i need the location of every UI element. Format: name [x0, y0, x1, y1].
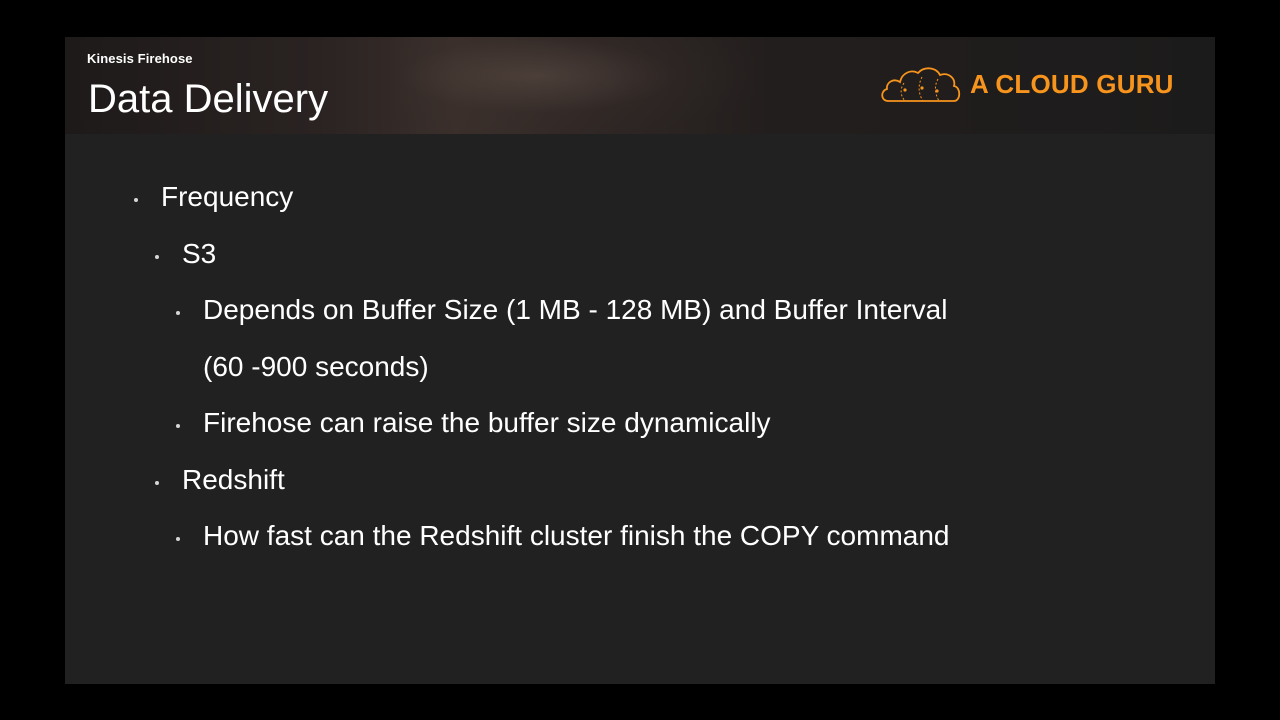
bullet-item: Firehose can raise the buffer size dynam…	[203, 407, 771, 438]
bullet-item: S3	[182, 238, 217, 269]
bullet-dot	[176, 424, 180, 428]
bullet-item: Frequency	[161, 181, 294, 212]
bullet-item: How fast can the Redshift cluster finish…	[203, 520, 950, 551]
bullet-dot	[155, 255, 159, 259]
bullet-item: Depends on Buffer Size (1 MB - 128 MB) a…	[203, 294, 948, 325]
bullet-dot	[176, 537, 180, 541]
bullet-item: Redshift	[182, 464, 285, 495]
bullet-dot	[134, 198, 138, 202]
bullet-item-continuation: (60 -900 seconds)	[203, 351, 429, 382]
slide: Kinesis Firehose Data Delivery A CLOUD G…	[65, 37, 1215, 684]
bullet-dot	[155, 481, 159, 485]
bullet-list: Frequency S3 Depends on Buffer Size (1 M…	[65, 37, 1215, 684]
bullet-dot	[176, 311, 180, 315]
